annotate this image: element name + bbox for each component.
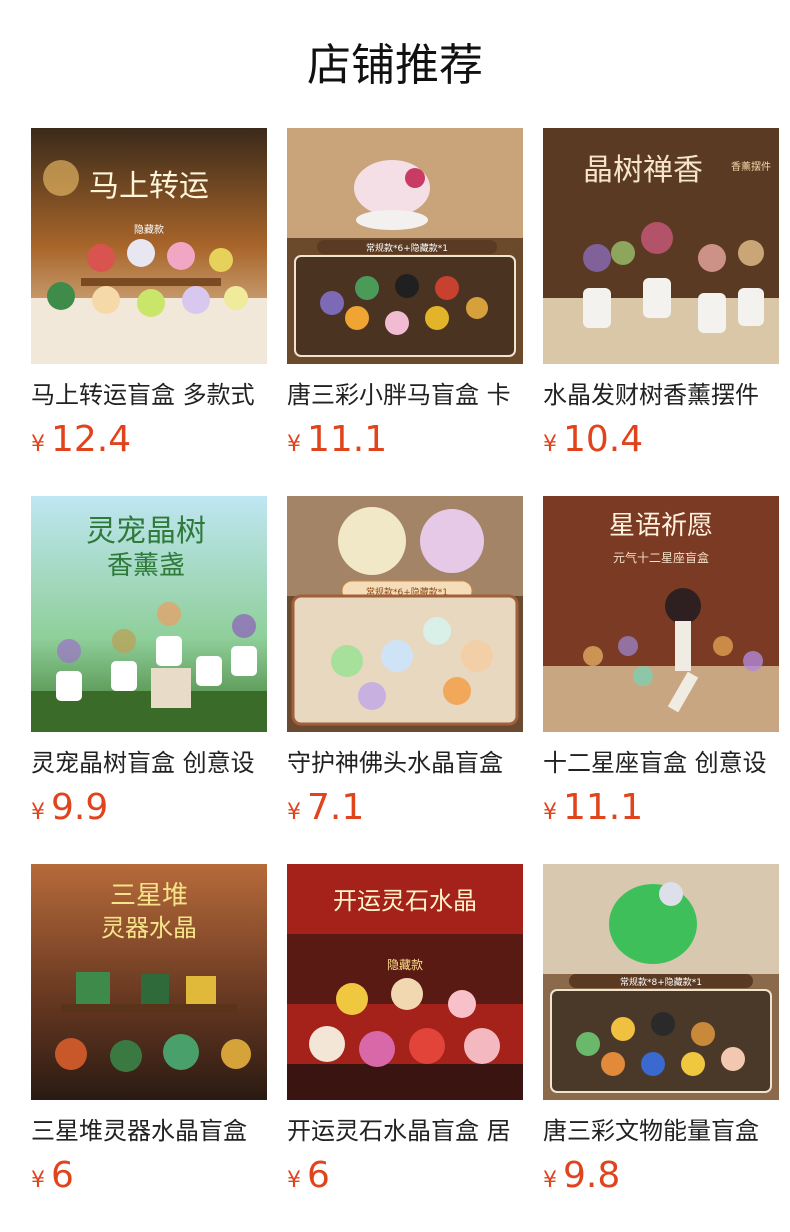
price-value: 7.1 <box>307 787 365 828</box>
product-name[interactable]: 水晶发财树香薰摆件 <box>543 378 779 412</box>
svg-text:香薰摆件: 香薰摆件 <box>731 160 771 173</box>
currency-symbol: ¥ <box>543 800 557 825</box>
product-image[interactable]: 三星堆 灵器水晶 <box>31 864 267 1100</box>
product-image[interactable]: 开运灵石水晶 隐藏款 <box>287 864 523 1100</box>
crystal-tree-image: 晶树禅香 香薰摆件 <box>543 128 779 364</box>
product-price: ¥11.1 <box>287 418 387 462</box>
product-name[interactable]: 唐三彩文物能量盲盒 <box>543 1114 779 1148</box>
svg-text:开运灵石水晶: 开运灵石水晶 <box>333 887 477 915</box>
product-name[interactable]: 三星堆灵器水晶盲盒 <box>31 1114 267 1148</box>
currency-symbol: ¥ <box>287 800 301 825</box>
price-value: 10.4 <box>563 419 644 460</box>
currency-symbol: ¥ <box>287 432 301 457</box>
currency-symbol: ¥ <box>31 432 45 457</box>
svg-text:星语祈愿: 星语祈愿 <box>609 511 713 541</box>
price-value: 9.8 <box>563 1155 621 1196</box>
price-value: 9.9 <box>51 787 109 828</box>
product-name[interactable]: 开运灵石水晶盲盒 居 <box>287 1114 523 1148</box>
product-image[interactable]: 常规款*6+隐藏款*1 <box>287 496 523 732</box>
lucky-stone-image: 开运灵石水晶 隐藏款 <box>287 864 523 1100</box>
horse-figurines-image: 马上转运 隐藏款 <box>31 128 267 364</box>
product-image[interactable]: 星语祈愿 元气十二星座盲盒 <box>543 496 779 732</box>
sanxingdui-image: 三星堆 灵器水晶 <box>31 864 267 1100</box>
product-card[interactable]: 晶树禅香 香薰摆件 水晶发财树香薰摆件 ¥10.4 <box>543 128 779 468</box>
svg-text:灵宠晶树: 灵宠晶树 <box>86 514 206 549</box>
product-price: ¥10.4 <box>543 418 643 462</box>
zodiac-crystal-image: 星语祈愿 元气十二星座盲盒 <box>543 496 779 732</box>
product-image[interactable]: 常规款*6+隐藏款*1 <box>287 128 523 364</box>
product-price: ¥6 <box>287 1154 330 1198</box>
product-name[interactable]: 守护神佛头水晶盲盒 <box>287 746 523 780</box>
product-card[interactable]: 马上转运 隐藏款 马上转运盲盒 多款式 ¥12.4 <box>31 128 267 468</box>
buddha-crystal-image: 常规款*6+隐藏款*1 <box>287 496 523 732</box>
svg-text:三星堆: 三星堆 <box>110 881 188 911</box>
product-card[interactable]: 常规款*6+隐藏款*1 唐三彩小胖马盲盒 卡 ¥11.1 <box>287 128 523 468</box>
currency-symbol: ¥ <box>543 432 557 457</box>
tang-horse-figurines-image: 常规款*6+隐藏款*1 <box>287 128 523 364</box>
product-card[interactable]: 常规款*6+隐藏款*1 守护神佛头水晶盲盒 ¥7.1 <box>287 496 523 836</box>
price-value: 11.1 <box>307 419 388 460</box>
svg-text:灵器水晶: 灵器水晶 <box>101 914 197 942</box>
price-value: 11.1 <box>563 787 644 828</box>
svg-text:常规款*6+隐藏款*1: 常规款*6+隐藏款*1 <box>366 242 448 254</box>
product-price: ¥11.1 <box>543 786 643 830</box>
product-card[interactable]: 星语祈愿 元气十二星座盲盒 十二星座盲盒 创意设 ¥11.1 <box>543 496 779 836</box>
product-card[interactable]: 灵宠晶树 香薰盏 灵宠晶树盲盒 创意设 ¥9.9 <box>31 496 267 836</box>
product-card[interactable]: 三星堆 灵器水晶 三星堆灵器水晶盲盒 ¥6 <box>31 864 267 1204</box>
price-value: 12.4 <box>51 419 132 460</box>
product-name[interactable]: 十二星座盲盒 创意设 <box>543 746 779 780</box>
product-image[interactable]: 马上转运 隐藏款 <box>31 128 267 364</box>
product-image[interactable]: 灵宠晶树 香薰盏 <box>31 496 267 732</box>
svg-text:隐藏款: 隐藏款 <box>387 958 423 972</box>
product-image[interactable]: 晶树禅香 香薰摆件 <box>543 128 779 364</box>
product-card[interactable]: 常规款*8+隐藏款*1 唐三彩文物能量盲盒 ¥9.8 <box>543 864 779 1204</box>
price-value: 6 <box>307 1155 330 1196</box>
product-price: ¥7.1 <box>287 786 364 830</box>
product-price: ¥6 <box>31 1154 74 1198</box>
section-title: 店铺推荐 <box>307 40 483 91</box>
product-price: ¥12.4 <box>31 418 131 462</box>
svg-text:马上转运: 马上转运 <box>89 169 209 204</box>
tang-relic-image: 常规款*8+隐藏款*1 <box>543 864 779 1100</box>
product-card[interactable]: 开运灵石水晶 隐藏款 开运灵石水晶盲盒 居 ¥6 <box>287 864 523 1204</box>
price-value: 6 <box>51 1155 74 1196</box>
product-name[interactable]: 马上转运盲盒 多款式 <box>31 378 267 412</box>
product-name[interactable]: 灵宠晶树盲盒 创意设 <box>31 746 267 780</box>
svg-text:常规款*8+隐藏款*1: 常规款*8+隐藏款*1 <box>620 976 702 988</box>
product-name[interactable]: 唐三彩小胖马盲盒 卡 <box>287 378 523 412</box>
product-image[interactable]: 常规款*8+隐藏款*1 <box>543 864 779 1100</box>
svg-text:隐藏款: 隐藏款 <box>134 223 164 236</box>
currency-symbol: ¥ <box>31 800 45 825</box>
pet-crystal-tree-image: 灵宠晶树 香薰盏 <box>31 496 267 732</box>
svg-text:元气十二星座盲盒: 元气十二星座盲盒 <box>613 550 709 565</box>
currency-symbol: ¥ <box>287 1168 301 1193</box>
svg-text:晶树禅香: 晶树禅香 <box>583 153 703 188</box>
svg-text:香薰盏: 香薰盏 <box>107 551 185 581</box>
product-price: ¥9.9 <box>31 786 108 830</box>
currency-symbol: ¥ <box>543 1168 557 1193</box>
product-price: ¥9.8 <box>543 1154 620 1198</box>
currency-symbol: ¥ <box>31 1168 45 1193</box>
